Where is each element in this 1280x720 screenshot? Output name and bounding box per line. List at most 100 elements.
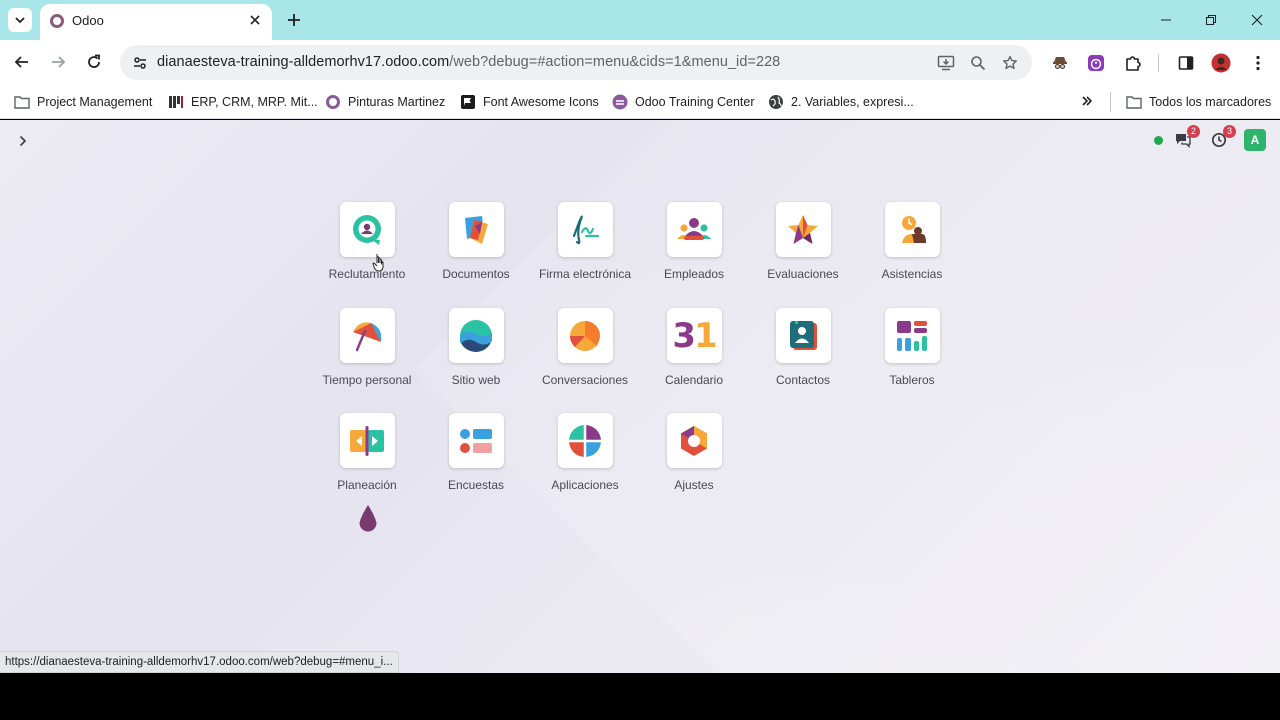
app-tiempo-personal[interactable]: Tiempo personal bbox=[312, 308, 422, 387]
restore-icon bbox=[1206, 15, 1216, 25]
bookmark-star-button[interactable] bbox=[998, 51, 1022, 75]
bookmark-label: ERP, CRM, MRP. Mit... bbox=[191, 95, 318, 109]
folder-icon bbox=[14, 94, 30, 110]
screen-bottom-bar bbox=[0, 673, 1280, 720]
new-tab-button[interactable] bbox=[282, 8, 306, 32]
drop-icon bbox=[359, 505, 377, 532]
app-contactos[interactable]: Contactos bbox=[748, 308, 858, 387]
bookmark-item[interactable]: Pinturas Martinez bbox=[325, 91, 445, 113]
calendar-icon-number: 31 bbox=[672, 315, 717, 356]
app-calendario[interactable]: 31 Calendario bbox=[639, 308, 749, 387]
app-label: Tableros bbox=[889, 373, 935, 387]
app-firma-electronica[interactable]: Firma electrónica bbox=[530, 202, 640, 281]
bookmark-label: 2. Variables, expresi... bbox=[791, 95, 914, 109]
odoo-favicon-icon bbox=[50, 14, 64, 28]
more-vertical-icon bbox=[1256, 55, 1260, 71]
all-bookmarks-button[interactable]: Todos los marcadores bbox=[1126, 91, 1271, 113]
app-tableros[interactable]: Tableros bbox=[857, 308, 967, 387]
side-panel-button[interactable] bbox=[1173, 50, 1199, 76]
folder-icon bbox=[1126, 94, 1142, 110]
url-path: /web?debug=#action=menu&cids=1&menu_id=2… bbox=[449, 54, 781, 70]
app-label: Contactos bbox=[775, 373, 831, 387]
bookmarks-divider bbox=[1110, 92, 1111, 112]
mit-icon bbox=[168, 94, 184, 110]
extensions-button[interactable] bbox=[1120, 50, 1146, 76]
planeacion-icon bbox=[339, 413, 395, 468]
user-menu[interactable]: A bbox=[1244, 129, 1266, 151]
extension-timer-button[interactable] bbox=[1083, 50, 1109, 76]
app-label: Sitio web bbox=[451, 373, 501, 387]
activity-menu[interactable]: 3 bbox=[1208, 125, 1236, 151]
sidebar-toggle-button[interactable] bbox=[12, 130, 34, 152]
forward-button[interactable] bbox=[44, 48, 72, 76]
app-documentos[interactable]: Documentos bbox=[421, 202, 531, 281]
close-icon bbox=[250, 15, 260, 25]
restore-button[interactable] bbox=[1191, 6, 1231, 34]
tab-close-button[interactable] bbox=[246, 11, 264, 29]
bookmark-label: Pinturas Martinez bbox=[348, 95, 446, 109]
bookmark-item[interactable]: Project Management bbox=[14, 91, 152, 113]
install-app-button[interactable] bbox=[934, 51, 958, 75]
toolbar-divider bbox=[1158, 54, 1159, 72]
user-avatar: A bbox=[1244, 129, 1266, 151]
dashboard-icon bbox=[884, 308, 940, 363]
chevron-down-icon bbox=[15, 17, 25, 24]
app-label: Planeación bbox=[337, 478, 397, 492]
chevron-double-right-icon bbox=[1082, 96, 1093, 106]
reload-icon bbox=[88, 54, 100, 68]
bookmark-item[interactable]: ERP, CRM, MRP. Mit... bbox=[168, 91, 318, 113]
tab-search-button[interactable] bbox=[8, 8, 32, 32]
app-asistencias[interactable]: Asistencias bbox=[857, 202, 967, 281]
presence-status bbox=[1152, 129, 1164, 151]
globe-icon bbox=[768, 94, 784, 110]
zoom-button[interactable] bbox=[966, 51, 990, 75]
app-sitio-web[interactable]: Sitio web bbox=[421, 308, 531, 387]
bookmark-item[interactable]: Font Awesome Icons bbox=[460, 91, 599, 113]
messages-count-badge: 2 bbox=[1187, 125, 1200, 138]
odoo-home-menu: 2 3 A Reclutamiento Documentos Firma ele… bbox=[0, 120, 1280, 673]
star-app-icon bbox=[775, 202, 831, 257]
bookmark-item[interactable]: 2. Variables, expresi... bbox=[768, 91, 914, 113]
bookmarks-overflow-button[interactable] bbox=[1076, 90, 1098, 112]
profile-button[interactable] bbox=[1208, 50, 1234, 76]
extension-spy-button[interactable] bbox=[1047, 50, 1073, 76]
online-status-icon bbox=[1153, 135, 1163, 145]
back-button[interactable] bbox=[8, 48, 36, 76]
app-aplicaciones[interactable]: Aplicaciones bbox=[530, 413, 640, 492]
side-panel-icon bbox=[1178, 56, 1194, 70]
app-label: Ajustes bbox=[674, 478, 714, 492]
minimize-button[interactable] bbox=[1146, 6, 1186, 34]
tune-icon bbox=[134, 57, 146, 69]
app-evaluaciones[interactable]: Evaluaciones bbox=[748, 202, 858, 281]
app-conversaciones[interactable]: Conversaciones bbox=[530, 308, 640, 387]
app-label: Empleados bbox=[663, 267, 725, 281]
tab-strip: Odoo bbox=[0, 0, 1280, 40]
arrow-right-icon bbox=[52, 56, 66, 68]
timer-icon bbox=[1088, 55, 1104, 71]
url-text[interactable]: dianaesteva-training-alldemorhv17.odoo.c… bbox=[157, 54, 780, 70]
app-encuestas[interactable]: Encuestas bbox=[421, 413, 531, 492]
app-planeacion[interactable]: Planeación bbox=[312, 413, 422, 492]
flag-icon bbox=[460, 94, 476, 110]
reload-button[interactable] bbox=[80, 48, 108, 76]
bookmark-label: Project Management bbox=[37, 95, 153, 109]
odoo-training-icon bbox=[612, 94, 628, 110]
app-ajustes[interactable]: Ajustes bbox=[639, 413, 749, 492]
apps-icon bbox=[557, 413, 613, 468]
app-empleados[interactable]: Empleados bbox=[639, 202, 749, 281]
all-bookmarks-label: Todos los marcadores bbox=[1149, 95, 1272, 109]
activities-count-badge: 3 bbox=[1223, 125, 1236, 138]
link-status-bubble: https://dianaesteva-training-alldemorhv1… bbox=[0, 651, 399, 673]
browser-tab[interactable]: Odoo bbox=[40, 4, 272, 40]
app-label: Aplicaciones bbox=[551, 478, 619, 492]
site-info-button[interactable] bbox=[128, 51, 152, 75]
close-window-button[interactable] bbox=[1237, 6, 1277, 34]
browser-menu-button[interactable] bbox=[1245, 50, 1271, 76]
contacts-icon bbox=[775, 308, 831, 363]
app-reclutamiento[interactable]: Reclutamiento bbox=[312, 202, 422, 281]
reclutamiento-icon bbox=[339, 202, 395, 257]
app-label: Evaluaciones bbox=[767, 267, 839, 281]
bookmark-item[interactable]: Odoo Training Center bbox=[612, 91, 755, 113]
messaging-menu[interactable]: 2 bbox=[1172, 125, 1200, 151]
address-bar[interactable]: dianaesteva-training-alldemorhv17.odoo.c… bbox=[120, 45, 1032, 80]
